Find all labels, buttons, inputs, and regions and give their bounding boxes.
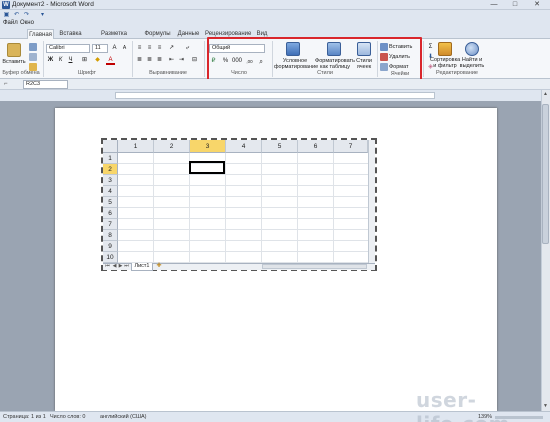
grid-column-line: [333, 153, 334, 263]
grid-row-line: [118, 218, 368, 219]
align-right-icon[interactable]: ≣: [155, 56, 164, 65]
row-header[interactable]: 10: [103, 252, 118, 263]
font-color-icon[interactable]: A: [106, 56, 115, 65]
group-label-editing: Редактирование: [436, 70, 478, 76]
grid-row-line: [118, 185, 368, 186]
first-sheet-icon[interactable]: ⏮: [104, 263, 111, 270]
find-select-button[interactable]: Найти и выделить: [458, 57, 486, 69]
save-icon[interactable]: ▣: [2, 11, 11, 19]
underline-button[interactable]: Ч: [66, 56, 75, 65]
row-header[interactable]: 9: [103, 241, 118, 252]
scroll-up-icon[interactable]: ▲: [542, 91, 549, 98]
row-header[interactable]: 6: [103, 208, 118, 219]
ruler-toggle-icon[interactable]: ⌐: [4, 81, 8, 87]
sort-filter-button[interactable]: Сортировка и фильтр: [430, 57, 460, 69]
minimize-button[interactable]: —: [484, 0, 504, 10]
row-header[interactable]: 7: [103, 219, 118, 230]
status-words[interactable]: Число слов: 0: [50, 414, 85, 421]
horizontal-ruler[interactable]: [115, 92, 435, 99]
row-header[interactable]: 3: [103, 175, 118, 186]
bold-button[interactable]: Ж: [46, 56, 55, 65]
window-title: Документ2 - Microsoft Word: [12, 1, 94, 8]
align-middle-icon[interactable]: ≡: [145, 44, 154, 53]
decrease-indent-icon[interactable]: ⇤: [167, 56, 176, 65]
merge-cells-icon[interactable]: ⊟: [190, 56, 199, 65]
wrap-text-icon[interactable]: ⤶: [183, 44, 192, 53]
font-size-combo[interactable]: 11: [92, 44, 108, 53]
menu-row: Файл Окно: [0, 19, 550, 28]
italic-button[interactable]: К: [56, 56, 65, 65]
insert-sheet-icon[interactable]: ✚: [155, 263, 163, 271]
align-bottom-icon[interactable]: ≡: [155, 44, 164, 53]
name-box[interactable]: R2C3: [23, 80, 68, 89]
redo-icon[interactable]: ↷: [22, 11, 31, 19]
paste-button[interactable]: Вставить: [1, 59, 27, 65]
grid-column-line: [297, 153, 298, 263]
row-header[interactable]: 1: [103, 153, 118, 164]
sheet-horizontal-scrollbar[interactable]: [262, 264, 367, 269]
undo-icon[interactable]: ↶: [12, 11, 21, 19]
fill-color-icon[interactable]: ◆: [93, 56, 102, 65]
find-select-label-line2: выделить: [459, 63, 485, 69]
watermark: user-life.com: [416, 388, 510, 422]
status-language[interactable]: английский (США): [100, 414, 147, 421]
title-bar: W Документ2 - Microsoft Word — □ ✕: [0, 0, 550, 10]
column-header[interactable]: 5: [262, 140, 298, 153]
column-header[interactable]: 3: [190, 140, 226, 153]
maximize-button[interactable]: □: [505, 0, 525, 10]
grid-column-line: [153, 153, 154, 263]
group-label-clipboard: Буфер обмена: [2, 70, 40, 76]
row-header[interactable]: 5: [103, 197, 118, 208]
active-cell[interactable]: [189, 161, 225, 174]
grid-row-line: [118, 251, 368, 252]
column-header[interactable]: 6: [298, 140, 334, 153]
font-name-combo[interactable]: Calibri: [46, 44, 90, 53]
row-header[interactable]: 4: [103, 186, 118, 197]
row-header[interactable]: 8: [103, 230, 118, 241]
menu-file[interactable]: Файл: [3, 20, 18, 27]
find-select-icon[interactable]: [465, 42, 479, 56]
copy-icon[interactable]: [29, 53, 37, 61]
grid-row-line: [118, 229, 368, 230]
increase-indent-icon[interactable]: ⇥: [177, 56, 186, 65]
sheet-tab[interactable]: Лист1: [131, 263, 153, 271]
column-header[interactable]: 1: [118, 140, 154, 153]
column-header[interactable]: 2: [154, 140, 190, 153]
grid-row-line: [118, 196, 368, 197]
column-header[interactable]: 7: [334, 140, 368, 153]
formula-bar-row: [0, 79, 550, 90]
sheet-vertical-scrollbar[interactable]: [368, 140, 375, 263]
last-sheet-icon[interactable]: ⏭: [123, 263, 130, 270]
customize-qat-icon[interactable]: ▾: [38, 11, 47, 19]
select-all-corner[interactable]: [103, 140, 118, 153]
close-button[interactable]: ✕: [527, 0, 547, 10]
cut-icon[interactable]: [29, 43, 37, 51]
group-label-font: Шрифт: [77, 70, 97, 76]
grow-font-icon[interactable]: A: [110, 44, 119, 53]
status-page[interactable]: Страница: 1 из 1: [3, 414, 46, 421]
grid-row-line: [118, 174, 368, 175]
borders-icon[interactable]: ⊞: [80, 56, 89, 65]
group-label-alignment: Выравнивание: [149, 70, 187, 76]
grid-column-line: [225, 153, 226, 263]
vertical-scrollbar-thumb[interactable]: [542, 104, 549, 244]
grid-row-line: [118, 163, 368, 164]
shrink-font-icon[interactable]: A: [120, 44, 129, 53]
paste-icon[interactable]: [7, 43, 21, 57]
sort-filter-label-line2: и фильтр: [433, 63, 457, 69]
align-top-icon[interactable]: ≡: [135, 44, 144, 53]
row-header[interactable]: 2: [103, 164, 118, 175]
align-left-icon[interactable]: ≣: [135, 56, 144, 65]
align-center-icon[interactable]: ≣: [145, 56, 154, 65]
word-app-icon: W: [2, 1, 10, 9]
autosum-icon[interactable]: Σ: [426, 43, 435, 52]
grid-column-line: [261, 153, 262, 263]
column-header[interactable]: 4: [226, 140, 262, 153]
grid-row-line: [118, 240, 368, 241]
menu-window[interactable]: Окно: [20, 20, 34, 27]
orientation-icon[interactable]: ↗: [167, 44, 176, 53]
sort-filter-icon[interactable]: [438, 42, 452, 56]
grid-row-line: [118, 207, 368, 208]
group-divider: [204, 41, 205, 77]
